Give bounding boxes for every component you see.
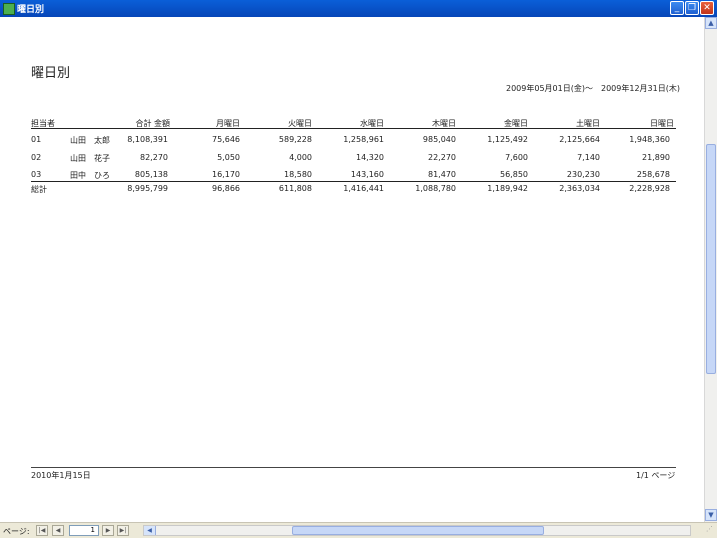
row-2-tue: 4,000 <box>289 153 312 162</box>
page-label: ページ: <box>3 527 30 536</box>
totals-sat: 2,363,034 <box>559 184 600 193</box>
row-2-name: 山田 花子 <box>70 154 110 163</box>
title-bar[interactable]: 曜日別 _ ❐ ✕ <box>0 0 717 17</box>
row-2-mon: 5,050 <box>217 153 240 162</box>
totals-fri: 1,189,942 <box>487 184 528 193</box>
horizontal-scrollbar[interactable]: ◀ <box>143 525 691 536</box>
scroll-up-icon[interactable]: ▲ <box>705 17 717 29</box>
totals-mon: 96,866 <box>212 184 240 193</box>
row-3-fri: 56,850 <box>500 170 528 179</box>
row-3-sat: 230,230 <box>566 170 600 179</box>
last-page-button[interactable]: ▶| <box>117 525 129 536</box>
row-3-tue: 18,580 <box>284 170 312 179</box>
vertical-scroll-thumb[interactable] <box>706 144 716 374</box>
page-number-input[interactable]: 1 <box>69 525 99 536</box>
totals-thu: 1,088,780 <box>415 184 456 193</box>
row-2-code: 02 <box>31 153 42 162</box>
row-1-thu: 985,040 <box>422 135 456 144</box>
scroll-left-icon[interactable]: ◀ <box>144 526 156 535</box>
header-rule <box>31 128 676 129</box>
vertical-scrollbar[interactable]: ▲ ▼ <box>704 17 717 522</box>
row-1-wed: 1,258,961 <box>343 135 384 144</box>
report-title: 曜日別 <box>31 66 71 81</box>
row-3-total: 805,138 <box>134 170 168 179</box>
row-1-total: 8,108,391 <box>127 135 168 144</box>
totals-label: 総計 <box>31 185 47 194</box>
app-icon <box>3 3 15 15</box>
row-2-thu: 22,270 <box>428 153 456 162</box>
restore-button[interactable]: ❐ <box>685 1 699 15</box>
row-3-name: 田中 ひろ <box>70 171 110 180</box>
row-3-wed: 143,160 <box>350 170 384 179</box>
row-1-mon: 75,646 <box>212 135 240 144</box>
row-1-sun: 1,948,360 <box>629 135 670 144</box>
first-page-button[interactable]: |◀ <box>36 525 48 536</box>
window-title: 曜日別 <box>17 5 45 15</box>
row-1-code: 01 <box>31 135 42 144</box>
resize-grip-icon[interactable]: ⋰ <box>693 525 713 536</box>
row-1-tue: 589,228 <box>278 135 312 144</box>
row-2-sun: 21,890 <box>642 153 670 162</box>
minimize-button[interactable]: _ <box>670 1 684 15</box>
footer-page-number: 1/1 ページ <box>636 471 676 480</box>
date-from: 2009年05月01日(金) <box>506 84 585 93</box>
totals-wed: 1,416,441 <box>343 184 384 193</box>
totals-total: 8,995,799 <box>127 184 168 193</box>
row-1-fri: 1,125,492 <box>487 135 528 144</box>
date-tilde: ～ <box>585 84 593 93</box>
horizontal-scroll-thumb[interactable] <box>292 526 544 535</box>
row-2-sat: 7,140 <box>577 153 600 162</box>
row-3-code: 03 <box>31 170 42 179</box>
totals-tue: 611,808 <box>278 184 312 193</box>
row-2-total: 82,270 <box>140 153 168 162</box>
date-to: 2009年12月31日(木) <box>601 84 680 93</box>
totals-sun: 2,228,928 <box>629 184 670 193</box>
scroll-down-icon[interactable]: ▼ <box>705 509 717 521</box>
row-2-wed: 14,320 <box>356 153 384 162</box>
row-1-sat: 2,125,664 <box>559 135 600 144</box>
prev-page-button[interactable]: ◀ <box>52 525 64 536</box>
next-page-button[interactable]: ▶ <box>102 525 114 536</box>
row-3-mon: 16,170 <box>212 170 240 179</box>
footer-rule <box>31 467 676 468</box>
totals-rule <box>31 181 676 182</box>
row-3-thu: 81,470 <box>428 170 456 179</box>
report-page <box>0 17 704 522</box>
footer-date: 2010年1月15日 <box>31 471 91 480</box>
status-bar: ページ: |◀ ◀ 1 ▶ ▶| ◀ ⋰ <box>0 522 717 538</box>
row-3-sun: 258,678 <box>636 170 670 179</box>
row-1-name: 山田 太郎 <box>70 136 110 145</box>
close-button[interactable]: ✕ <box>700 1 714 15</box>
row-2-fri: 7,600 <box>505 153 528 162</box>
